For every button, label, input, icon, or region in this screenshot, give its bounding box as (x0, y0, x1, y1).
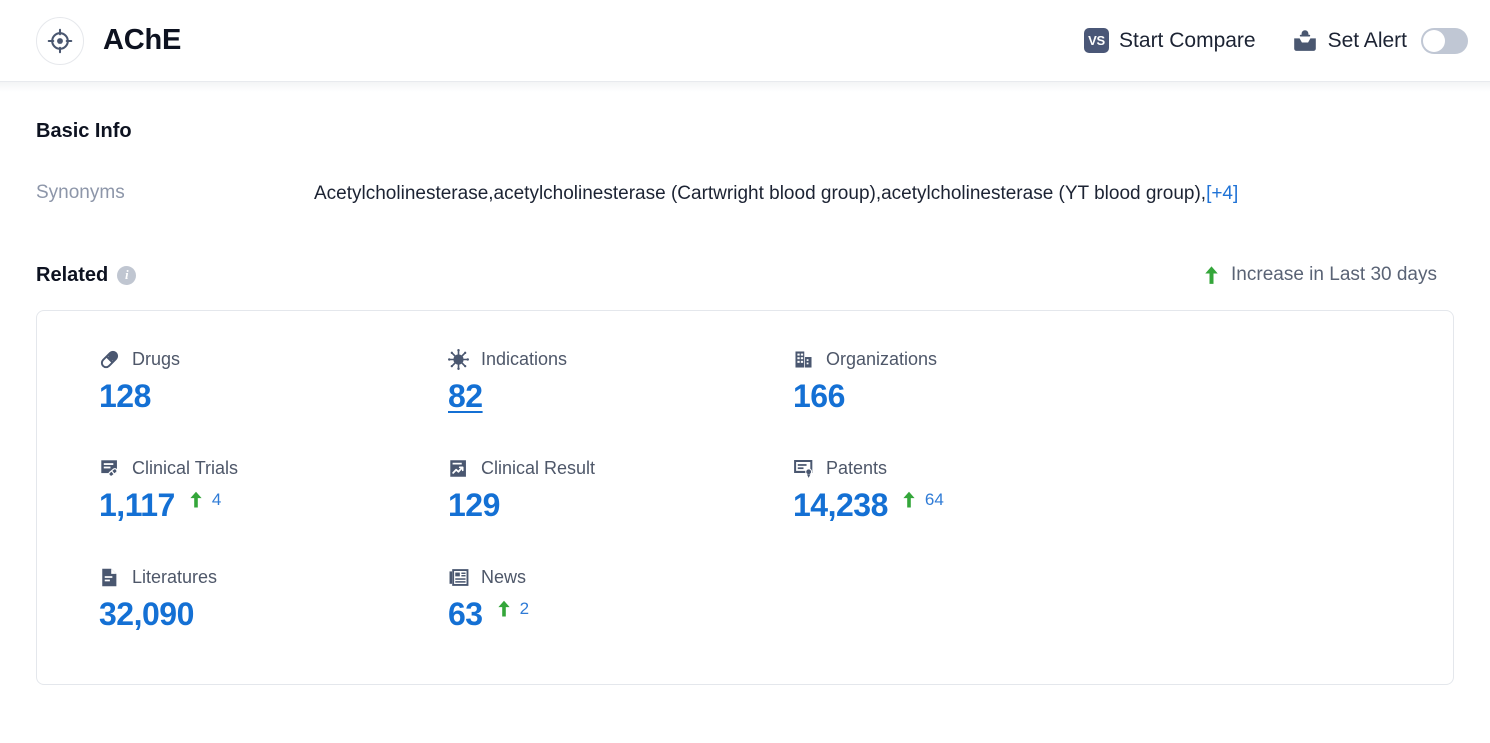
clinical-trial-icon (101, 460, 118, 478)
set-alert-button[interactable]: Set Alert (1292, 29, 1407, 53)
synonyms-label: Synonyms (36, 182, 125, 203)
arrow-up-icon (1205, 266, 1218, 285)
synonyms-value: Acetylcholinesterase,acetylcholinesteras… (314, 183, 1207, 204)
stat-label: Organizations (826, 349, 938, 370)
stat-label: Patents (826, 458, 888, 479)
stat-organizations: Organizations 166 (793, 349, 1453, 422)
stat-delta-value: 2 (519, 598, 530, 618)
stat-header: News (448, 567, 793, 589)
stat-value-row: 82 (448, 380, 793, 422)
stat-value[interactable]: 1,117 (99, 489, 175, 521)
alert-toggle[interactable] (1421, 27, 1468, 54)
stat-news: News 63 2 (448, 567, 793, 640)
synonyms-row: Synonyms Acetylcholinesterase,acetylchol… (29, 182, 1461, 206)
stat-literatures: Literatures 32,090 (99, 567, 448, 640)
stat-value-row: 128 (99, 380, 448, 422)
related-header: Related i Increase in Last 30 days (36, 264, 1461, 287)
stat-header: Indications (448, 349, 793, 371)
arrow-up-icon (190, 491, 202, 508)
stat-label: Drugs (132, 349, 181, 370)
stat-header: Organizations (793, 349, 1453, 371)
stat-value-row: 32,090 (99, 598, 448, 640)
stat-patents: Patents 14,238 64 (793, 458, 1453, 531)
page-title: AChE (103, 24, 182, 56)
start-compare-label: Start Compare (1119, 28, 1256, 52)
stat-value[interactable]: 63 (448, 598, 483, 630)
page-header: AChE VS Start Compare Set Alert (0, 0, 1490, 92)
stat-delta: 64 (902, 490, 944, 510)
stat-value-row: 166 (793, 380, 1453, 422)
synonyms-more-link[interactable]: [+4] (1206, 183, 1238, 204)
stat-delta-value: 64 (924, 489, 944, 509)
stat-value[interactable]: 32,090 (99, 598, 194, 630)
stat-value[interactable]: 128 (99, 380, 151, 412)
stat-header: Drugs (99, 349, 448, 371)
stat-value[interactable]: 14,238 (793, 489, 888, 521)
arrow-up-icon (903, 491, 915, 508)
stat-delta: 4 (189, 490, 221, 510)
related-stats-card: Drugs 128 Indications 82 Organizations 1… (36, 309, 1454, 685)
pill-icon (100, 351, 119, 369)
stat-value[interactable]: 166 (793, 380, 845, 412)
document-icon (102, 568, 117, 587)
stat-header: Clinical Trials (99, 458, 448, 480)
header-actions: VS Start Compare Set Alert (1084, 27, 1468, 54)
target-icon (47, 28, 73, 53)
stat-label: Literatures (132, 567, 218, 588)
arrow-up-icon (497, 600, 510, 617)
virus-icon (448, 349, 469, 371)
stat-header: Clinical Result (448, 458, 793, 480)
stat-header: Patents (793, 458, 1453, 480)
page-body: Basic Info Synonyms Acetylcholinesterase… (0, 120, 1490, 685)
newspaper-icon (449, 569, 469, 587)
info-icon[interactable]: i (117, 265, 137, 285)
stat-label: Indications (481, 349, 568, 370)
vs-badge-icon: VS (1084, 28, 1110, 53)
related-title: Related (36, 263, 109, 286)
synonyms-value-wrap: Acetylcholinesterase,acetylcholinesteras… (314, 182, 1238, 206)
stat-delta-value: 4 (211, 489, 222, 509)
entity-logo (36, 16, 84, 65)
stat-clinical-trials: Clinical Trials 1,117 4 (99, 458, 448, 531)
stat-value-row: 129 (448, 489, 793, 531)
increase-legend-label: Increase in Last 30 days (1231, 264, 1437, 286)
stat-delta: 2 (497, 599, 529, 619)
stat-label: Clinical Result (481, 458, 596, 479)
increase-legend: Increase in Last 30 days (1203, 264, 1437, 286)
basic-info-title: Basic Info (36, 120, 132, 142)
stat-value-row: 1,117 4 (99, 489, 448, 531)
stat-drugs: Drugs 128 (99, 349, 448, 422)
patent-icon (794, 460, 813, 479)
stat-value-row: 14,238 64 (793, 489, 1453, 531)
stat-indications: Indications 82 (448, 349, 793, 422)
set-alert-label: Set Alert (1327, 28, 1407, 52)
stat-value[interactable]: 129 (448, 489, 500, 521)
stat-value-row: 63 2 (448, 598, 793, 640)
start-compare-button[interactable]: VS Start Compare (1084, 28, 1256, 53)
stat-clinical-result: Clinical Result 129 (448, 458, 793, 531)
stat-label: News (481, 567, 527, 588)
stat-header: Literatures (99, 567, 448, 589)
inbox-bell-icon (1293, 29, 1316, 51)
toggle-knob (1423, 29, 1445, 52)
stat-value[interactable]: 82 (448, 380, 483, 412)
clinical-result-icon (450, 460, 466, 477)
building-icon (795, 351, 812, 368)
related-stats-grid: Drugs 128 Indications 82 Organizations 1… (37, 349, 1453, 640)
stat-label: Clinical Trials (132, 458, 239, 479)
